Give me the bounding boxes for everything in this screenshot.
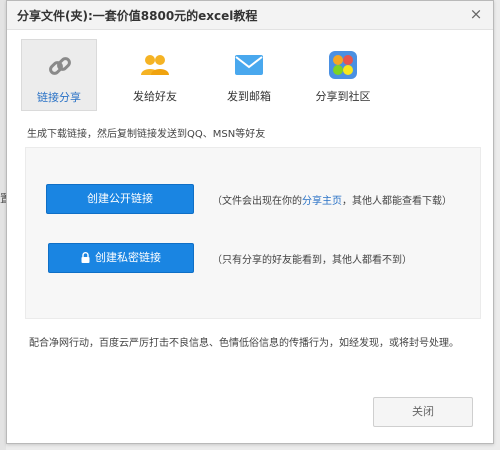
- mail-icon: [235, 55, 263, 75]
- private-link-note: （只有分享的好友能看到，其他人都看不到）: [212, 255, 412, 266]
- share-dialog: 分享文件(夹):一套价值8800元的excel教程 × 链接分享 发给好友 发到…: [6, 0, 494, 444]
- tab-label: 分享到社区: [315, 90, 371, 103]
- close-button[interactable]: 关闭: [373, 397, 473, 427]
- tab-label: 发给好友: [133, 90, 177, 103]
- public-link-note: （文件会出现在你的分享主页，其他人都能查看下载）: [212, 192, 452, 207]
- button-label: 创建公开链接: [87, 192, 153, 205]
- create-public-link-button[interactable]: 创建公开链接: [46, 184, 194, 214]
- share-homepage-link[interactable]: 分享主页: [302, 196, 342, 207]
- create-private-link-button[interactable]: 创建私密链接: [48, 243, 194, 273]
- link-icon: [49, 57, 71, 75]
- lock-icon: [81, 252, 90, 263]
- note-text: ，其他人都能查看下载）: [342, 196, 452, 207]
- footer-notice: 配合净网行动，百度云严厉打击不良信息、色情低俗信息的传播行为，如经发现，或将封号…: [29, 338, 459, 349]
- close-icon[interactable]: ×: [467, 5, 485, 23]
- link-share-description: 生成下载链接，然后复制链接发送到QQ、MSN等好友: [27, 129, 266, 140]
- button-label: 创建私密链接: [95, 251, 161, 264]
- community-icon: [329, 51, 357, 79]
- share-tabs: 链接分享 发给好友 发到邮箱 分享到社区: [7, 35, 493, 115]
- link-options-panel: 创建公开链接 （文件会出现在你的分享主页，其他人都能查看下载） 创建私密链接 （…: [25, 147, 481, 319]
- tab-link-share[interactable]: 链接分享: [21, 39, 97, 111]
- dialog-titlebar: 分享文件(夹):一套价值8800元的excel教程 ×: [7, 1, 493, 30]
- tab-label: 链接分享: [37, 91, 81, 104]
- tab-label: 发到邮箱: [227, 90, 271, 103]
- dialog-title: 分享文件(夹):一套价值8800元的excel教程: [17, 9, 258, 23]
- tab-send-email[interactable]: 发到邮箱: [211, 39, 287, 111]
- tab-send-friends[interactable]: 发给好友: [117, 39, 193, 111]
- note-text: （文件会出现在你的: [212, 196, 302, 207]
- tab-share-community[interactable]: 分享到社区: [305, 39, 381, 111]
- friends-icon: [141, 55, 169, 75]
